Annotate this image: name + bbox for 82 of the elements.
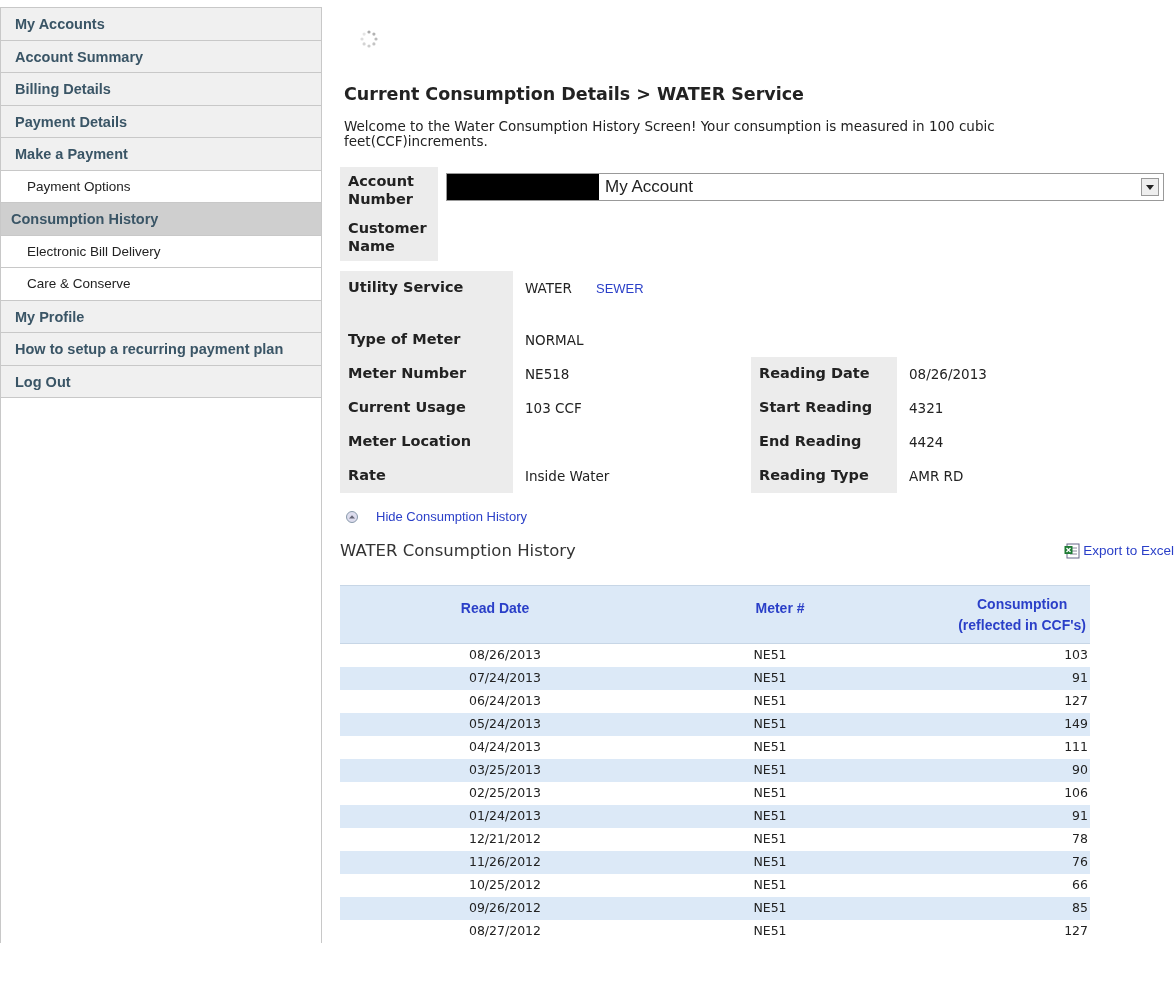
table-cell: NE51	[753, 693, 787, 708]
table-cell: 106	[1064, 785, 1088, 800]
page-heading: Current Consumption Details > WATER Service	[344, 84, 805, 105]
table-cell: 111	[1064, 739, 1088, 754]
table-cell: 08/26/2013	[468, 647, 541, 663]
table-cell: NE51	[753, 785, 787, 800]
field-label: End Reading	[751, 425, 897, 459]
field-label: Type of Meter	[340, 323, 513, 357]
table-cell: NE51	[753, 762, 787, 777]
service-link[interactable]: SEWER	[595, 281, 644, 296]
table-cell: NE51	[753, 900, 787, 915]
field-value: NORMAL	[524, 331, 585, 350]
account-select[interactable]: My Account	[446, 173, 1164, 201]
table-cell: 66	[1072, 877, 1088, 892]
table-cell: 05/24/2013	[468, 716, 541, 731]
table-cell: 91	[1072, 808, 1088, 823]
sidebar-item[interactable]: Billing Details	[1, 73, 321, 106]
field-value: Inside Water	[524, 467, 611, 486]
spreadsheet-icon	[1064, 542, 1081, 559]
table-cell: NE51	[753, 670, 787, 685]
table-cell: 91	[1072, 670, 1088, 685]
field-label: Meter Number	[340, 357, 513, 391]
table-cell: NE51	[753, 877, 787, 892]
table-cell: NE51	[753, 831, 787, 846]
field-value: AMR RD	[908, 467, 965, 486]
field-value: 4424	[908, 433, 945, 452]
table-cell: 127	[1064, 693, 1088, 708]
table-cell: 12/21/2012	[468, 831, 541, 846]
table-cell: 76	[1072, 854, 1088, 869]
column-header[interactable]: Read Date	[340, 585, 650, 644]
table-cell: 90	[1072, 762, 1088, 777]
table-cell: 09/26/2012	[468, 900, 541, 915]
table-cell: NE51	[753, 854, 787, 869]
field-label: Utility Service	[340, 271, 513, 323]
loading-spinner-icon	[358, 28, 380, 50]
table-cell: 103	[1064, 647, 1088, 663]
table-cell: 07/24/2013	[468, 670, 541, 685]
field-label: Reading Date	[751, 357, 897, 391]
field-label: Customer Name	[340, 214, 438, 261]
service-label: WATER	[525, 280, 572, 296]
field-value: NE518	[524, 365, 571, 384]
field-label: Start Reading	[751, 391, 897, 425]
table-cell: NE51	[753, 647, 787, 663]
table-cell: 04/24/2013	[468, 739, 541, 754]
table-cell: NE51	[753, 808, 787, 823]
field-label: Rate	[340, 459, 513, 493]
sidebar-item[interactable]: How to setup a recurring payment plan	[1, 333, 321, 366]
intro-text: Welcome to the Water Consumption History Screen! Your consumption is measured in 100 cubic feet(CCF)increments.	[344, 119, 996, 149]
table-cell: 78	[1072, 831, 1088, 846]
table-cell: 03/25/2013	[468, 762, 541, 777]
field-label: Reading Type	[751, 459, 897, 493]
collapse-icon[interactable]	[346, 510, 358, 523]
table-cell: 85	[1072, 900, 1088, 915]
table-cell: 01/24/2013	[468, 808, 541, 823]
sidebar-item[interactable]: Account Summary	[1, 40, 321, 73]
column-header[interactable]: Meter #	[650, 585, 910, 644]
field-label: Meter Location	[340, 425, 513, 459]
table-cell: NE51	[753, 923, 787, 938]
field-value: 4321	[908, 399, 945, 418]
field-label: Account Number	[340, 167, 438, 214]
field-value: 103 CCF	[524, 399, 583, 418]
sidebar-item[interactable]: Make a Payment	[1, 138, 321, 171]
table-cell: 149	[1064, 716, 1088, 731]
hide-history-link[interactable]: Hide Consumption History	[376, 507, 527, 527]
table-cell: 127	[1064, 923, 1088, 938]
sidebar-item[interactable]: My Accounts	[1, 8, 321, 41]
table-cell: 02/25/2013	[468, 785, 541, 800]
sidebar-item[interactable]: My Profile	[1, 300, 321, 333]
table-cell: 10/25/2012	[468, 877, 541, 892]
export-link[interactable]: Export to Excel	[1083, 540, 1174, 561]
table-cell: NE51	[753, 716, 787, 731]
table-cell: 06/24/2013	[468, 693, 541, 708]
sidebar-item[interactable]: Log Out	[1, 365, 321, 398]
field-value: 08/26/2013	[908, 365, 988, 384]
sidebar-item[interactable]: Payment Details	[1, 105, 321, 138]
section-title: WATER Consumption History	[340, 539, 576, 562]
table-cell: NE51	[753, 739, 787, 754]
table-cell: 11/26/2012	[468, 854, 541, 869]
caret-icon	[1141, 178, 1159, 196]
sidebar-item[interactable]: Consumption History	[1, 203, 321, 236]
field-label: Current Usage	[340, 391, 513, 425]
table-cell: 08/27/2012	[468, 923, 541, 938]
